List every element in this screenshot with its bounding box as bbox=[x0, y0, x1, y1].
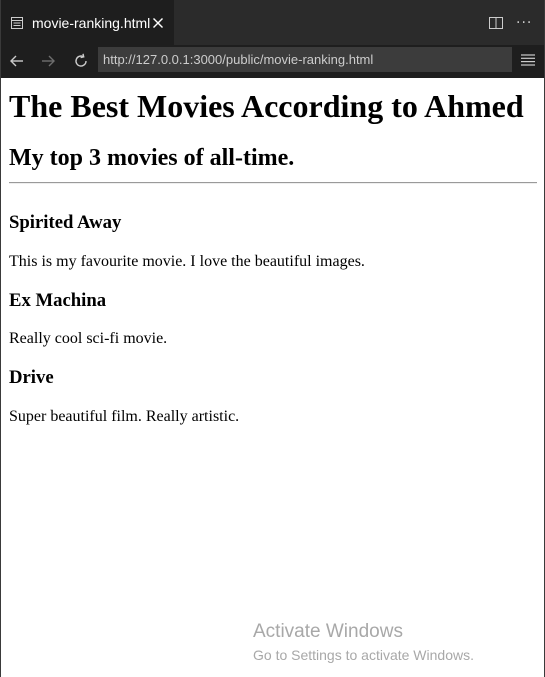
arrow-left-icon[interactable] bbox=[8, 52, 26, 70]
divider bbox=[9, 182, 537, 184]
browser-window: movie-ranking.html ··· http://127.0.0.1:… bbox=[0, 0, 545, 677]
movie-description-1: This is my favourite movie. I love the b… bbox=[9, 253, 365, 270]
tab-bar: movie-ranking.html ··· bbox=[1, 0, 544, 45]
movie-description-3: Super beautiful film. Really artistic. bbox=[9, 408, 240, 425]
tab-movie-ranking[interactable]: movie-ranking.html bbox=[1, 0, 174, 45]
more-actions-icon[interactable]: ··· bbox=[516, 15, 532, 31]
page-title: The Best Movies According to Ahmed bbox=[9, 88, 524, 124]
split-editor-icon[interactable] bbox=[489, 16, 503, 30]
activation-watermark-title: Activate Windows bbox=[253, 621, 403, 642]
url-input[interactable] bbox=[98, 47, 512, 72]
close-icon[interactable] bbox=[152, 17, 164, 29]
arrow-right-icon bbox=[42, 55, 55, 67]
reload-icon[interactable] bbox=[72, 52, 90, 70]
page-content: The Best Movies According to Ahmed My to… bbox=[1, 78, 544, 677]
navigation-bar bbox=[1, 45, 544, 78]
movie-title-3: Drive bbox=[9, 367, 54, 388]
tab-title: movie-ranking.html bbox=[32, 15, 151, 31]
activation-watermark-subtitle: Go to Settings to activate Windows. bbox=[253, 647, 474, 663]
movie-description-2: Really cool sci-fi movie. bbox=[9, 330, 168, 347]
hamburger-menu-icon[interactable] bbox=[520, 53, 536, 67]
movie-title-2: Ex Machina bbox=[9, 290, 107, 311]
page-subtitle: My top 3 movies of all-time. bbox=[9, 145, 295, 171]
page-preview-icon bbox=[11, 17, 23, 29]
movie-title-1: Spirited Away bbox=[9, 212, 122, 233]
